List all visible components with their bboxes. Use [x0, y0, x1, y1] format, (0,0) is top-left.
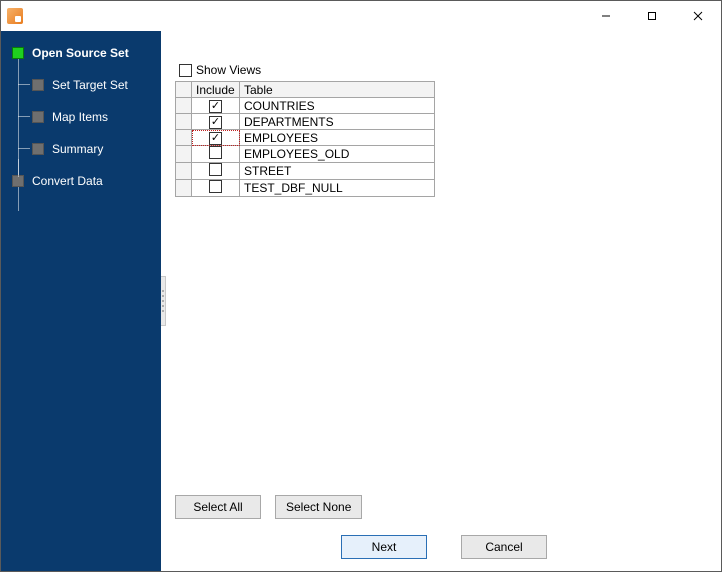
titlebar — [1, 1, 721, 31]
sidebar-item-open-source-set[interactable]: Open Source Set — [12, 43, 161, 63]
sidebar-item-label: Convert Data — [32, 174, 103, 188]
close-button[interactable] — [675, 1, 721, 31]
row-header — [176, 180, 192, 197]
row-header — [176, 163, 192, 180]
upper-panel: Show Views Include Table COUNTRIESDEPART — [175, 41, 713, 489]
window-controls — [583, 1, 721, 31]
sidebar-item-map-items[interactable]: Map Items — [32, 107, 161, 127]
row-header — [176, 114, 192, 130]
checkbox-icon — [209, 146, 222, 159]
sidebar-item-label: Set Target Set — [52, 78, 128, 92]
show-views-label: Show Views — [196, 63, 261, 77]
select-all-button[interactable]: Select All — [175, 495, 261, 519]
table-row[interactable]: EMPLOYEES — [176, 130, 435, 146]
table-name-cell: COUNTRIES — [240, 98, 435, 114]
row-header — [176, 146, 192, 163]
grid-corner — [176, 82, 192, 98]
table-name-cell: TEST_DBF_NULL — [240, 180, 435, 197]
sidebar: Open Source Set Set Target Set Map Items… — [1, 31, 161, 571]
step-icon — [32, 111, 44, 123]
app-icon — [7, 8, 23, 24]
sidebar-item-label: Map Items — [52, 110, 108, 124]
sidebar-item-summary[interactable]: Summary — [32, 139, 161, 159]
table-row[interactable]: STREET — [176, 163, 435, 180]
col-table[interactable]: Table — [240, 82, 435, 98]
table-name-cell: EMPLOYEES — [240, 130, 435, 146]
sidebar-resize-grip[interactable] — [161, 276, 166, 326]
next-button[interactable]: Next — [341, 535, 427, 559]
select-none-button[interactable]: Select None — [275, 495, 362, 519]
wizard-tree: Open Source Set Set Target Set Map Items… — [1, 43, 161, 191]
table-name-cell: EMPLOYEES_OLD — [240, 146, 435, 163]
table-name-cell: STREET — [240, 163, 435, 180]
table-name-cell: DEPARTMENTS — [240, 114, 435, 130]
row-header — [176, 98, 192, 114]
table-row[interactable]: DEPARTMENTS — [176, 114, 435, 130]
step-icon — [12, 175, 24, 187]
checkbox-icon — [209, 100, 222, 113]
table-row[interactable]: EMPLOYEES_OLD — [176, 146, 435, 163]
include-cell[interactable] — [192, 130, 240, 146]
checkbox-icon — [209, 132, 222, 145]
step-icon — [32, 143, 44, 155]
table-row[interactable]: COUNTRIES — [176, 98, 435, 114]
include-cell[interactable] — [192, 163, 240, 180]
checkbox-icon — [179, 64, 192, 77]
sidebar-item-set-target-set[interactable]: Set Target Set — [32, 75, 161, 95]
sidebar-item-label: Summary — [52, 142, 103, 156]
minimize-button[interactable] — [583, 1, 629, 31]
sidebar-item-convert-data[interactable]: Convert Data — [12, 171, 161, 191]
include-cell[interactable] — [192, 180, 240, 197]
col-include[interactable]: Include — [192, 82, 240, 98]
include-cell[interactable] — [192, 146, 240, 163]
checkbox-icon — [209, 116, 222, 129]
grid-header-row: Include Table — [176, 82, 435, 98]
cancel-button[interactable]: Cancel — [461, 535, 547, 559]
selection-buttons: Select All Select None — [175, 489, 713, 525]
maximize-button[interactable] — [629, 1, 675, 31]
step-icon — [12, 47, 24, 59]
include-cell[interactable] — [192, 114, 240, 130]
tables-grid: Include Table COUNTRIESDEPARTMENTSEMPLOY… — [175, 81, 435, 197]
table-row[interactable]: TEST_DBF_NULL — [176, 180, 435, 197]
sidebar-item-label: Open Source Set — [32, 46, 129, 60]
show-views-checkbox[interactable]: Show Views — [179, 63, 713, 77]
content: Open Source Set Set Target Set Map Items… — [1, 31, 721, 571]
checkbox-icon — [209, 180, 222, 193]
step-icon — [32, 79, 44, 91]
include-cell[interactable] — [192, 98, 240, 114]
checkbox-icon — [209, 163, 222, 176]
row-header — [176, 130, 192, 146]
footer-buttons: Next Cancel — [175, 525, 713, 563]
main-panel: Show Views Include Table COUNTRIESDEPART — [161, 31, 721, 571]
